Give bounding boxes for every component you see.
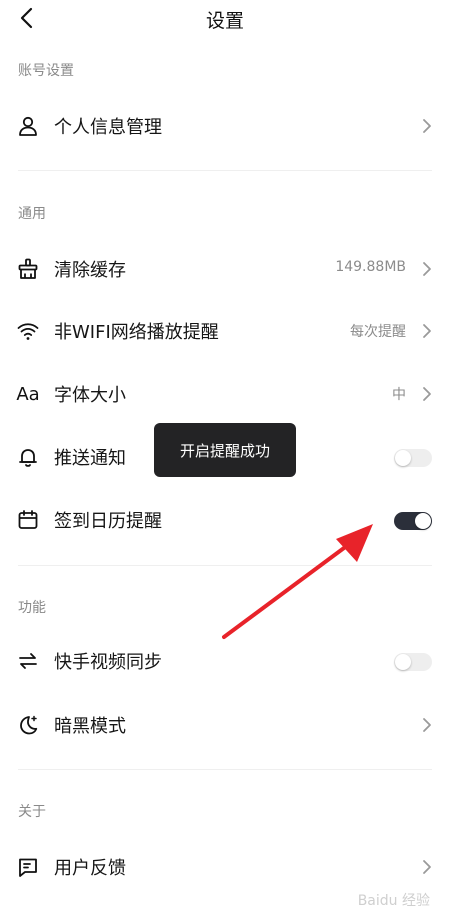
- row-label: 签到日历提醒: [54, 511, 162, 532]
- section-title-about: 关于: [18, 804, 46, 820]
- toast-message: 开启提醒成功: [154, 423, 296, 477]
- row-clear-cache[interactable]: 清除缓存 149.88MB: [0, 241, 450, 297]
- section-title-account: 账号设置: [18, 63, 74, 79]
- row-label: 个人信息管理: [54, 117, 162, 138]
- divider: [18, 565, 432, 566]
- feedback-icon: [14, 853, 42, 881]
- chevron-right-icon: [420, 259, 434, 279]
- row-font-size[interactable]: Aa 字体大小 中: [0, 366, 450, 422]
- font-icon-text: Aa: [16, 383, 40, 405]
- toggle-knob: [395, 450, 411, 466]
- row-dark-mode[interactable]: 暗黑模式: [0, 697, 450, 753]
- row-label: 非WIFI网络播放提醒: [54, 322, 219, 343]
- section-title-general: 通用: [18, 206, 46, 222]
- row-label: 字体大小: [54, 385, 126, 406]
- moon-icon: [14, 711, 42, 739]
- row-checkin-reminder: 签到日历提醒: [0, 492, 450, 548]
- row-label: 清除缓存: [54, 260, 126, 281]
- cache-size-value: 149.88MB: [335, 259, 406, 275]
- watermark: Baidu 经验: [357, 893, 430, 909]
- page-title: 设置: [205, 10, 244, 32]
- font-size-icon: Aa: [14, 380, 42, 408]
- checkin-reminder-toggle[interactable]: [394, 512, 432, 530]
- push-notification-toggle[interactable]: [394, 449, 432, 467]
- row-non-wifi-reminder[interactable]: 非WIFI网络播放提醒 每次提醒: [0, 303, 450, 359]
- chevron-right-icon: [420, 321, 434, 341]
- wifi-icon: [14, 317, 42, 345]
- row-label: 暗黑模式: [54, 716, 126, 737]
- chevron-right-icon: [420, 384, 434, 404]
- row-label: 推送通知: [54, 448, 126, 469]
- toggle-knob: [395, 654, 411, 670]
- broom-icon: [14, 255, 42, 283]
- divider: [18, 769, 432, 770]
- divider: [18, 170, 432, 171]
- reminder-frequency-value: 每次提醒: [350, 324, 406, 340]
- chevron-right-icon: [420, 715, 434, 735]
- row-label: 快手视频同步: [54, 652, 162, 673]
- toggle-knob: [415, 513, 431, 529]
- section-title-features: 功能: [18, 600, 46, 616]
- row-profile[interactable]: 个人信息管理: [0, 98, 450, 154]
- top-bar: 设置: [0, 0, 450, 38]
- person-icon: [14, 112, 42, 140]
- row-label: 用户反馈: [54, 858, 126, 879]
- chevron-right-icon: [420, 857, 434, 877]
- font-size-value: 中: [392, 387, 406, 403]
- bell-icon: [14, 443, 42, 471]
- sync-arrows-icon: [14, 647, 42, 675]
- row-feedback[interactable]: 用户反馈: [0, 839, 450, 895]
- row-video-sync: 快手视频同步: [0, 633, 450, 689]
- chevron-right-icon: [420, 116, 434, 136]
- calendar-icon: [14, 506, 42, 534]
- video-sync-toggle[interactable]: [394, 653, 432, 671]
